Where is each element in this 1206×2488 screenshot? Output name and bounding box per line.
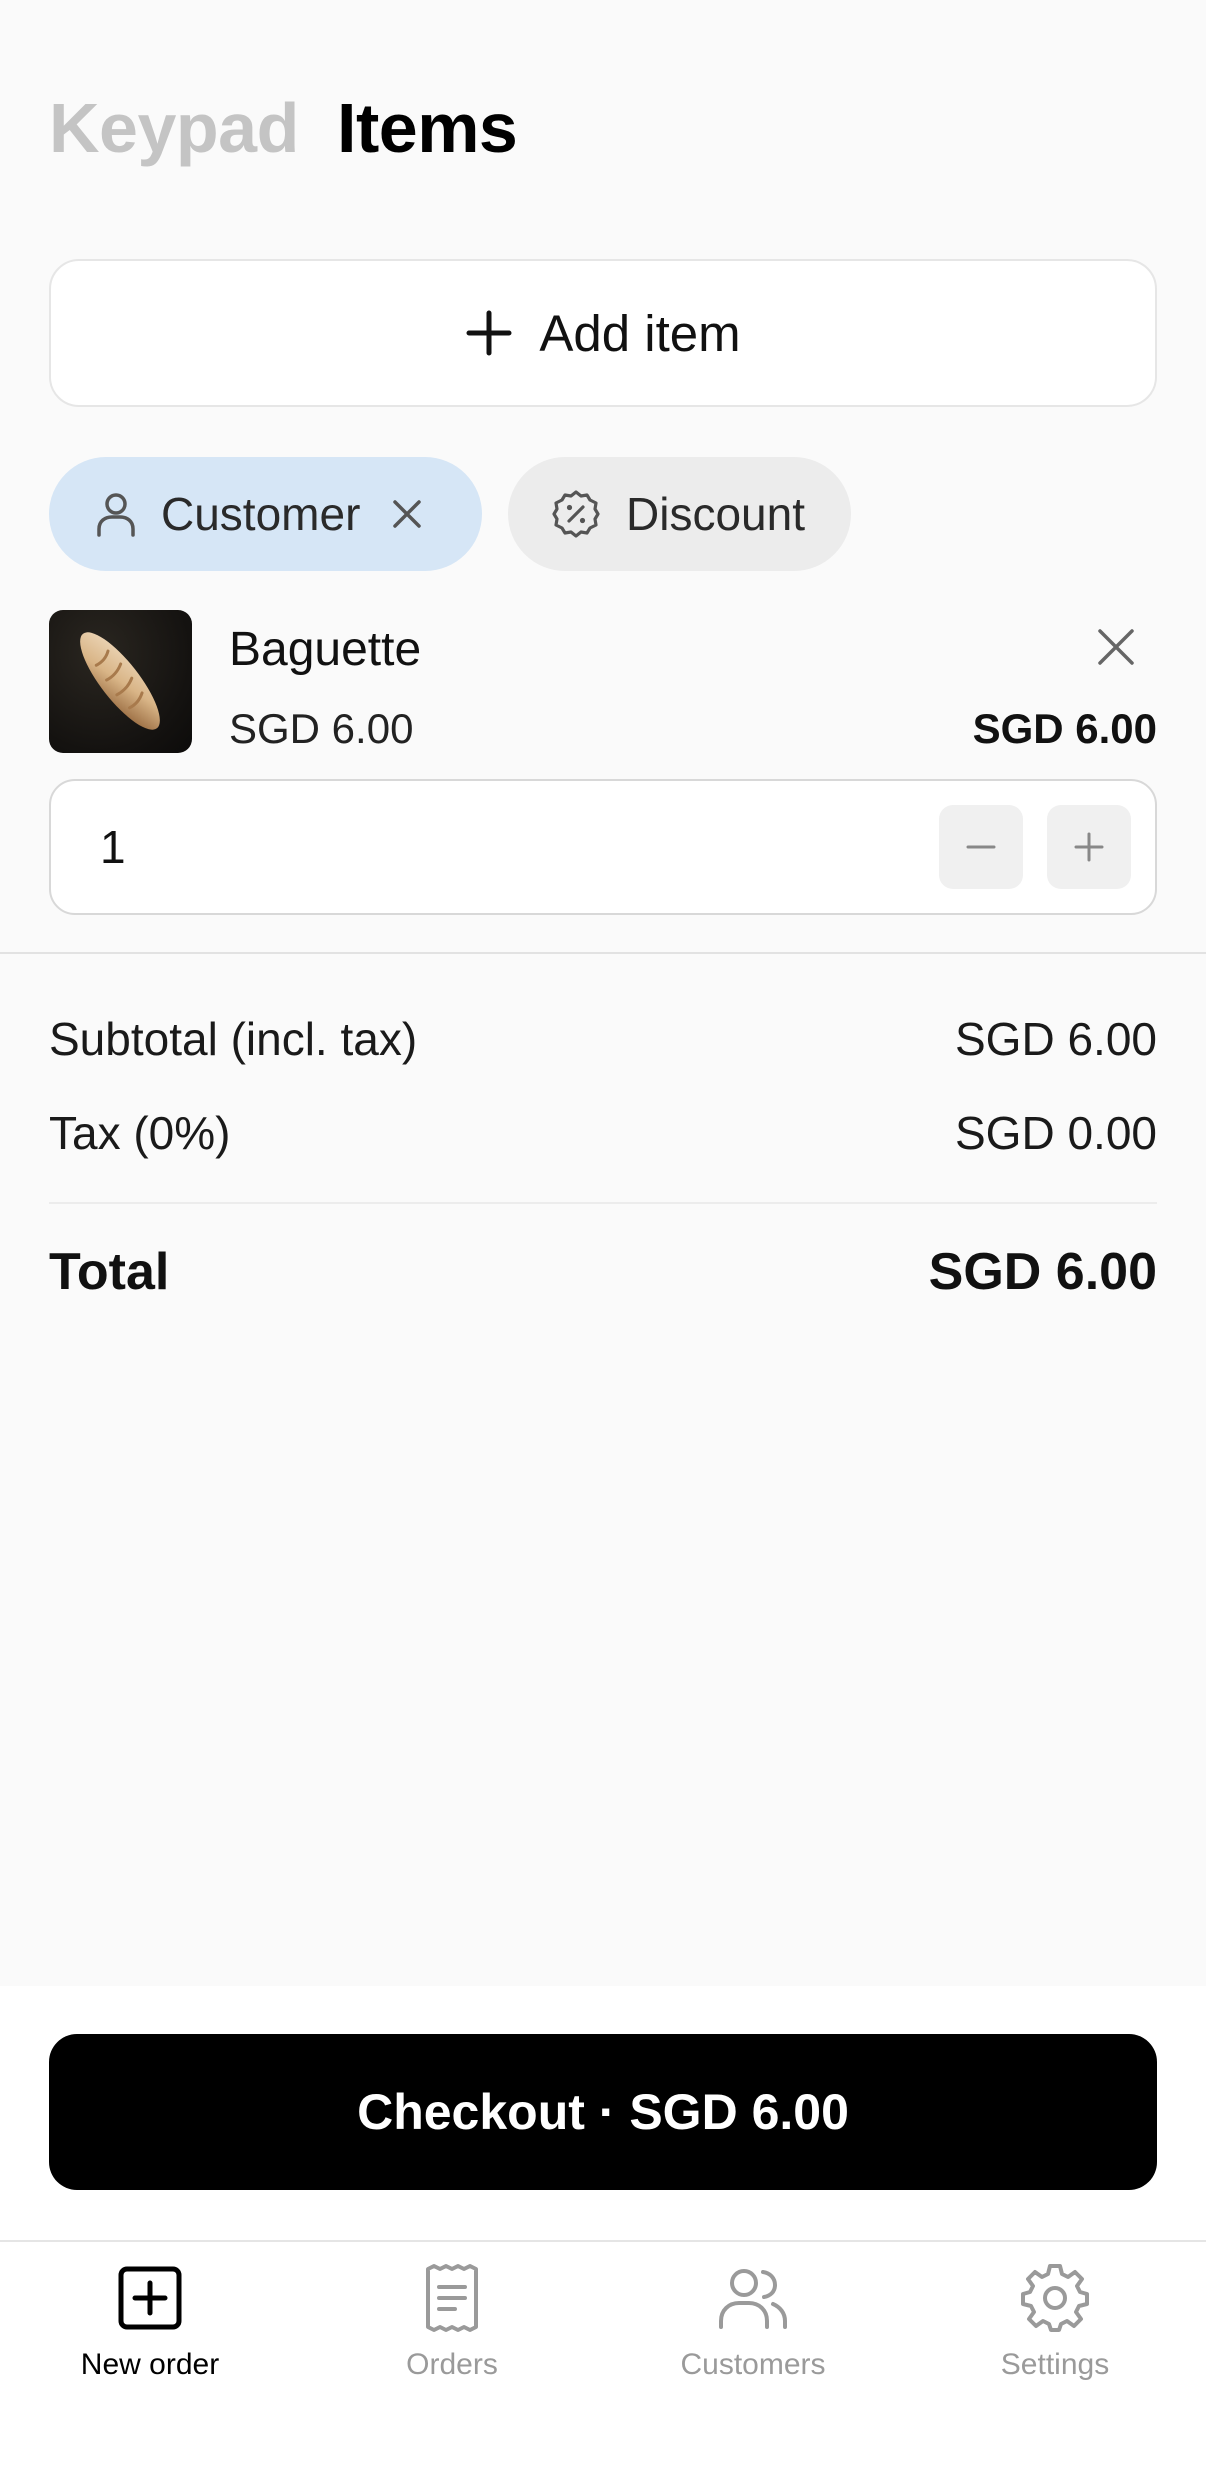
subtotal-value: SGD 6.00 (955, 1013, 1157, 1065)
nav-orders[interactable]: Orders (332, 2262, 572, 2382)
item-name: Baguette (229, 623, 422, 676)
add-item-button[interactable]: Add item (49, 259, 1157, 407)
tax-label: Tax (0%) (49, 1107, 231, 1159)
nav-customers-label: Customers (680, 2348, 826, 2381)
customer-chip-label: Customer (161, 488, 361, 540)
total-value: SGD 6.00 (928, 1243, 1157, 1301)
nav-settings[interactable]: Settings (935, 2262, 1175, 2382)
nav-divider (0, 2240, 1206, 2242)
checkout-button[interactable]: Checkout · SGD 6.00 (49, 2034, 1157, 2190)
quantity-value[interactable]: 1 (100, 820, 126, 874)
gear-icon (1021, 2264, 1089, 2332)
remove-customer-button[interactable] (390, 497, 424, 531)
plus-icon (1074, 832, 1104, 862)
plus-icon (466, 310, 512, 356)
item-unit-price: SGD 6.00 (229, 705, 414, 752)
checkout-label: Checkout · SGD 6.00 (357, 2084, 849, 2140)
nav-customers[interactable]: Customers (633, 2262, 873, 2382)
discount-chip[interactable]: Discount (508, 457, 851, 571)
item-line-total: SGD 6.00 (972, 705, 1157, 752)
nav-new-order-label: New order (80, 2348, 220, 2381)
increase-quantity-button[interactable] (1047, 805, 1131, 889)
subtotal-label: Subtotal (incl. tax) (49, 1013, 418, 1065)
discount-chip-label: Discount (626, 488, 805, 540)
users-icon (719, 2269, 787, 2329)
receipt-icon (426, 2264, 478, 2332)
nav-new-order[interactable]: New order (30, 2262, 270, 2382)
customer-chip[interactable]: Customer (49, 457, 482, 571)
tab-keypad[interactable]: Keypad (49, 88, 299, 168)
discount-badge-icon (552, 490, 600, 538)
close-icon (393, 500, 422, 528)
nav-settings-label: Settings (1000, 2348, 1110, 2381)
nav-orders-label: Orders (406, 2348, 498, 2381)
baguette-thumbnail (49, 610, 192, 753)
remove-item-button[interactable] (1092, 623, 1140, 671)
decrease-quantity-button[interactable] (939, 805, 1023, 889)
plus-square-icon (118, 2266, 182, 2330)
tab-items[interactable]: Items (337, 88, 518, 168)
minus-icon (966, 845, 996, 849)
section-divider (0, 952, 1206, 954)
summary-divider (49, 1202, 1157, 1204)
tax-value: SGD 0.00 (955, 1107, 1157, 1159)
add-item-label: Add item (539, 304, 741, 362)
total-label: Total (49, 1243, 170, 1301)
close-icon (1098, 629, 1134, 665)
user-icon (97, 493, 135, 537)
